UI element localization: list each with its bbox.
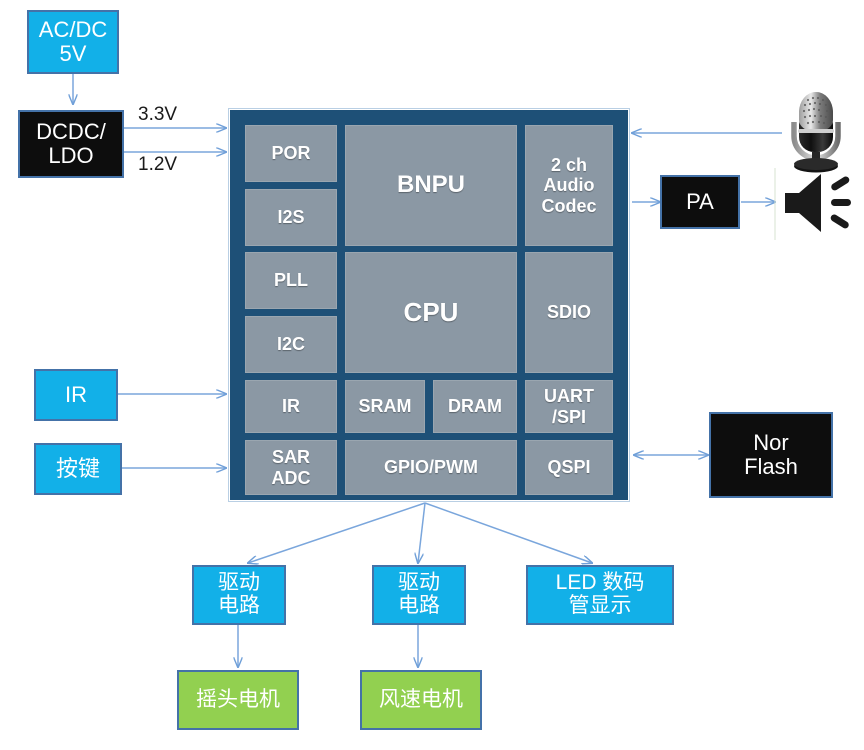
- acdc-line2: 5V: [59, 41, 87, 66]
- led-display-line2: 管显示: [568, 594, 632, 617]
- chip-block-sdio[interactable]: SDIO: [525, 252, 613, 373]
- oscillation-motor-label: 摇头电机: [196, 687, 280, 711]
- rail-label-3v3: 3.3V: [138, 104, 178, 125]
- chip-block-i2c[interactable]: I2C: [245, 316, 337, 373]
- fan-speed-motor-block[interactable]: 风速电机: [360, 670, 482, 730]
- oscillation-motor-block[interactable]: 摇头电机: [177, 670, 299, 730]
- dcdc-line1: DCDC/: [36, 119, 106, 145]
- driver-left-line2: 电路: [218, 594, 260, 617]
- chip-block-audio-codec[interactable]: 2 ch Audio Codec: [525, 125, 613, 246]
- pa-amplifier-block[interactable]: PA: [660, 175, 740, 229]
- nor-flash-line1: Nor: [753, 430, 789, 456]
- chip-block-uart-spi[interactable]: UART /SPI: [525, 380, 613, 433]
- led-display-line1: LED 数码: [555, 571, 645, 595]
- fan-speed-motor-label: 风速电机: [379, 687, 463, 711]
- chip-block-qspi[interactable]: QSPI: [525, 440, 613, 495]
- driver-left-line1: 驱动: [218, 571, 260, 595]
- pa-label: PA: [686, 189, 714, 215]
- ir-receiver-label: IR: [65, 382, 87, 408]
- dcdc-ldo-block[interactable]: DCDC/ LDO: [18, 110, 124, 178]
- driver-mid-line1: 驱动: [398, 571, 440, 595]
- soc-chip: POR I2S PLL I2C IR SAR ADC BNPU CPU SRAM…: [228, 108, 630, 502]
- chip-block-sar-adc[interactable]: SAR ADC: [245, 440, 337, 495]
- speaker-icon: [783, 170, 857, 236]
- keys-block[interactable]: 按键: [34, 443, 122, 495]
- chip-block-pll[interactable]: PLL: [245, 252, 337, 309]
- ir-receiver-block[interactable]: IR: [34, 369, 118, 421]
- chip-block-i2s[interactable]: I2S: [245, 189, 337, 246]
- chip-block-sram[interactable]: SRAM: [345, 380, 425, 433]
- led-display-block[interactable]: LED 数码 管显示: [526, 565, 674, 625]
- driver-mid-line2: 电路: [398, 594, 440, 617]
- chip-block-dram[interactable]: DRAM: [433, 380, 517, 433]
- chip-block-ir[interactable]: IR: [245, 380, 337, 433]
- chip-block-gpio-pwm[interactable]: GPIO/PWM: [345, 440, 517, 495]
- nor-flash-block[interactable]: Nor Flash: [709, 412, 833, 498]
- dcdc-line2: LDO: [48, 143, 94, 168]
- chip-block-cpu[interactable]: CPU: [345, 252, 517, 373]
- acdc-source-block[interactable]: AC/DC 5V: [27, 10, 119, 74]
- nor-flash-line2: Flash: [744, 454, 798, 479]
- driver-circuit-mid-block[interactable]: 驱动 电路: [372, 565, 466, 625]
- chip-block-bnpu[interactable]: BNPU: [345, 125, 517, 246]
- microphone-icon: [782, 86, 850, 174]
- chip-block-por[interactable]: POR: [245, 125, 337, 182]
- block-diagram-canvas: AC/DC 5V DCDC/ LDO 3.3V 1.2V IR 按键 POR I…: [0, 0, 864, 750]
- rail-label-1v2: 1.2V: [138, 154, 178, 175]
- keys-label: 按键: [55, 456, 100, 482]
- driver-circuit-left-block[interactable]: 驱动 电路: [192, 565, 286, 625]
- acdc-line1: AC/DC: [38, 17, 108, 43]
